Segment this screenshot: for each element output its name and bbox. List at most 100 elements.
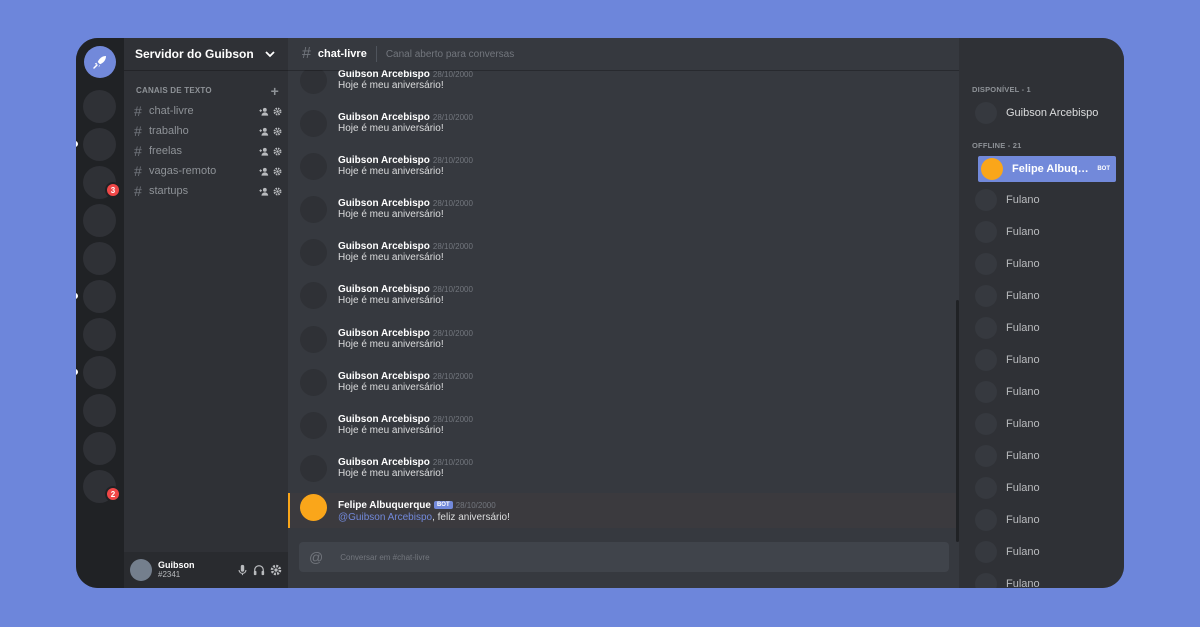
server-icon[interactable] xyxy=(76,356,116,389)
member-item[interactable]: Fulano xyxy=(975,220,1116,244)
message-list[interactable]: Guibson Arcebispo 28/10/2000 Hoje é meu a… xyxy=(288,70,959,532)
channel-item[interactable]: # startups xyxy=(134,181,282,201)
member-item[interactable]: Felipe Albuquerque BOT xyxy=(978,156,1116,182)
member-item[interactable]: Fulano xyxy=(975,252,1116,276)
avatar xyxy=(975,477,997,499)
message-author[interactable]: Guibson Arcebispo xyxy=(338,70,430,80)
member-name: Felipe Albuquerque xyxy=(1012,163,1089,175)
message-author[interactable]: Guibson Arcebispo xyxy=(338,112,430,123)
channel-item[interactable]: # freelas xyxy=(134,141,282,161)
message-author[interactable]: Guibson Arcebispo xyxy=(338,328,430,339)
member-item[interactable]: Fulano xyxy=(975,316,1116,340)
microphone-icon[interactable] xyxy=(237,564,248,576)
bot-badge: BOT xyxy=(1094,165,1113,173)
avatar[interactable] xyxy=(300,455,327,482)
headphones-icon[interactable] xyxy=(253,564,265,576)
gear-icon[interactable] xyxy=(273,187,282,196)
chevron-down-icon xyxy=(265,51,275,58)
message-author[interactable]: Guibson Arcebispo xyxy=(338,414,430,425)
invite-icon[interactable] xyxy=(259,127,269,136)
invite-icon[interactable] xyxy=(259,147,269,156)
avatar[interactable] xyxy=(300,326,327,353)
message-text: Hoje é meu aniversário! xyxy=(338,339,444,350)
server-icon[interactable]: 3 xyxy=(83,166,119,199)
message-timestamp: 28/10/2000 xyxy=(432,199,473,208)
avatar[interactable] xyxy=(300,369,327,396)
member-item[interactable]: Fulano xyxy=(975,444,1116,468)
bot-badge: BOT xyxy=(433,501,453,509)
message-author[interactable]: Guibson Arcebispo xyxy=(338,198,430,209)
channel-title: chat-livre xyxy=(317,48,367,60)
notification-badge: 3 xyxy=(107,184,119,196)
member-item[interactable]: Fulano xyxy=(975,540,1116,564)
server-header[interactable]: Servidor do Guibson xyxy=(124,38,288,70)
avatar[interactable] xyxy=(300,196,327,223)
avatar[interactable] xyxy=(300,153,327,180)
message-timestamp: 28/10/2000 xyxy=(432,113,473,122)
member-name: Fulano xyxy=(1006,450,1040,462)
member-item[interactable]: Fulano xyxy=(975,284,1116,308)
gear-icon[interactable] xyxy=(273,147,282,156)
invite-icon[interactable] xyxy=(259,167,269,176)
member-name: Guibson Arcebispo xyxy=(1006,107,1099,119)
at-icon[interactable]: @ xyxy=(309,549,323,565)
message-timestamp: 28/10/2000 xyxy=(432,415,473,424)
channel-category[interactable]: CANAIS DE TEXTO + xyxy=(124,70,288,101)
member-name: Fulano xyxy=(1006,514,1040,526)
message-author[interactable]: Guibson Arcebispo xyxy=(338,284,430,295)
member-item[interactable]: Fulano xyxy=(975,412,1116,436)
avatar[interactable] xyxy=(300,494,327,521)
add-channel-icon[interactable]: + xyxy=(271,84,279,98)
channel-item[interactable]: # trabalho xyxy=(134,121,282,141)
member-item[interactable]: Guibson Arcebispo xyxy=(975,101,1116,125)
member-list[interactable]: DISPONÍVEL - 1 Guibson Arcebispo OFFLINE… xyxy=(959,38,1124,588)
server-icon[interactable] xyxy=(83,90,116,123)
message: Guibson Arcebispo 28/10/2000 Hoje é meu a… xyxy=(288,238,955,274)
bot-message: Felipe Albuquerque BOT 28/10/2000 @Guibson… xyxy=(288,493,957,528)
avatar xyxy=(975,381,997,403)
message-author[interactable]: Guibson Arcebispo xyxy=(338,241,430,252)
server-icon[interactable] xyxy=(83,394,116,427)
message-author[interactable]: Guibson Arcebispo xyxy=(338,155,430,166)
avatar xyxy=(975,221,997,243)
member-item[interactable]: Fulano xyxy=(975,380,1116,404)
server-icon[interactable] xyxy=(83,318,116,351)
user-mention[interactable]: @Guibson Arcebispo xyxy=(338,512,432,523)
message-author[interactable]: Guibson Arcebispo xyxy=(338,457,430,468)
member-item[interactable]: Fulano xyxy=(975,572,1116,588)
server-icon[interactable]: 2 xyxy=(83,470,119,503)
channel-topic: Canal aberto para conversas xyxy=(385,48,515,60)
avatar[interactable] xyxy=(300,70,327,94)
member-item[interactable]: Fulano xyxy=(975,508,1116,532)
message-input[interactable] xyxy=(338,551,949,563)
avatar[interactable] xyxy=(300,282,327,309)
server-icon[interactable] xyxy=(76,280,116,313)
unread-indicator xyxy=(76,293,78,299)
avatar[interactable] xyxy=(130,559,152,581)
server-icon[interactable] xyxy=(76,128,116,161)
avatar[interactable] xyxy=(300,412,327,439)
gear-icon[interactable] xyxy=(273,107,282,116)
message-author[interactable]: Felipe Albuquerque xyxy=(338,500,431,511)
avatar[interactable] xyxy=(300,239,327,266)
message-author[interactable]: Guibson Arcebispo xyxy=(338,371,430,382)
home-button[interactable] xyxy=(84,46,116,78)
member-item[interactable]: Fulano xyxy=(975,348,1116,372)
gear-icon[interactable] xyxy=(273,127,282,136)
invite-icon[interactable] xyxy=(259,107,269,116)
channel-item[interactable]: # vagas-remoto xyxy=(134,161,282,181)
server-icon[interactable] xyxy=(83,204,116,237)
channel-name: freelas xyxy=(149,145,183,157)
server-icon[interactable] xyxy=(83,242,116,275)
category-label: CANAIS DE TEXTO xyxy=(136,86,212,95)
gear-icon[interactable] xyxy=(273,167,282,176)
message-text: Hoje é meu aniversário! xyxy=(338,80,444,91)
settings-gear-icon[interactable] xyxy=(270,564,282,576)
channel-item[interactable]: # chat-livre xyxy=(134,101,282,121)
avatar[interactable] xyxy=(300,110,327,137)
message-text: , feliz aniversário! xyxy=(432,512,510,523)
invite-icon[interactable] xyxy=(259,187,269,196)
member-item[interactable]: Fulano xyxy=(975,188,1116,212)
member-item[interactable]: Fulano xyxy=(975,476,1116,500)
server-icon[interactable] xyxy=(83,432,116,465)
